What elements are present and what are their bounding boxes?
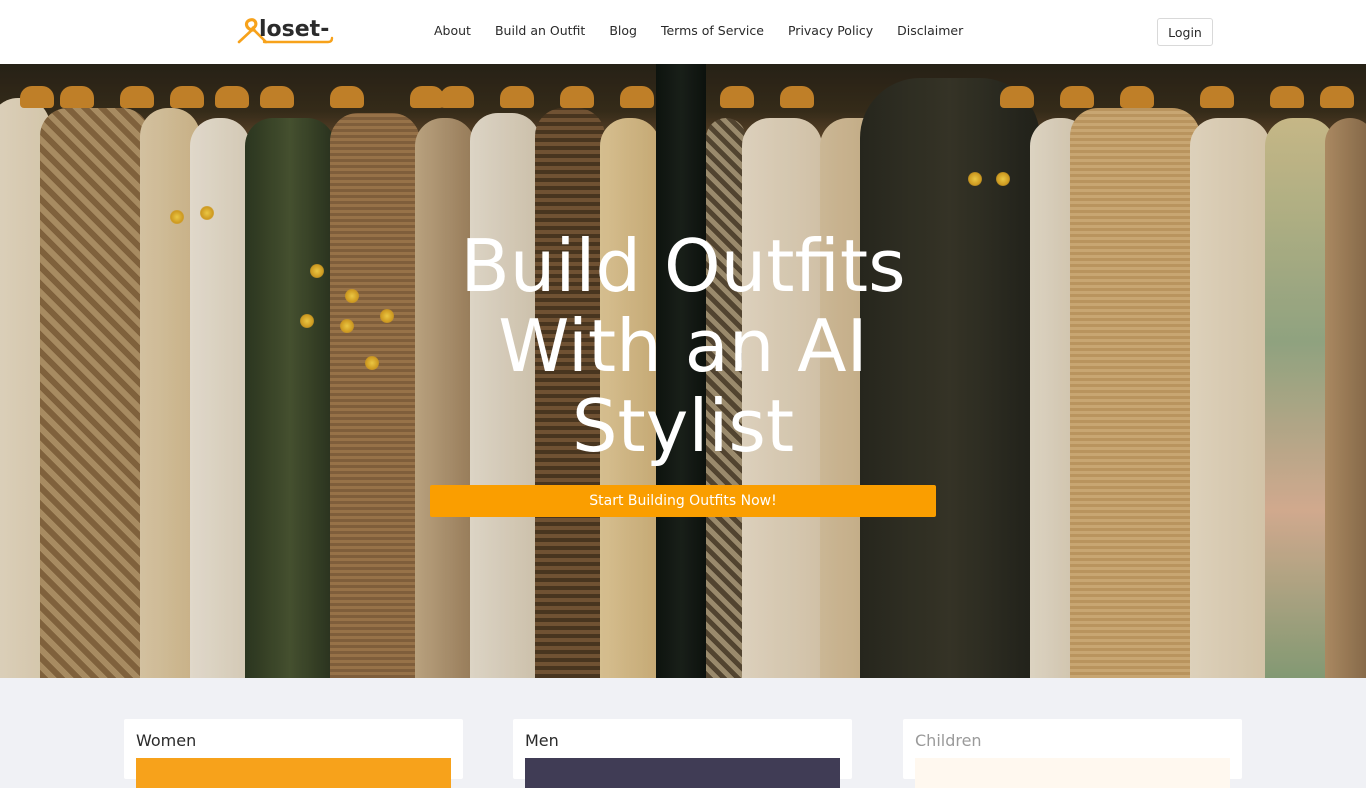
category-card-women[interactable]: Women [124, 719, 463, 788]
nav-link-build-outfit[interactable]: Build an Outfit [495, 22, 585, 39]
login-button[interactable]: Login [1157, 18, 1213, 46]
hero-title: Build Outfits With an AI Stylist [460, 224, 906, 468]
hero-section: Build Outfits With an AI Stylist Start B… [0, 64, 1366, 678]
top-navbar: loset- About Build an Outfit Blog Terms … [0, 0, 1366, 64]
nav-link-about[interactable]: About [434, 22, 471, 39]
logo[interactable]: loset- [236, 16, 334, 48]
start-building-button[interactable]: Start Building Outfits Now! [430, 485, 936, 517]
main-nav: About Build an Outfit Blog Terms of Serv… [434, 22, 987, 39]
category-title: Women [136, 731, 197, 750]
category-title: Men [525, 731, 559, 750]
category-banner [525, 758, 840, 788]
category-card-men[interactable]: Men [513, 719, 852, 788]
logo-underline [262, 36, 334, 44]
category-banner [915, 758, 1230, 788]
nav-link-disclaimer[interactable]: Disclaimer [897, 22, 963, 39]
category-card-children[interactable]: Children [903, 719, 1242, 788]
category-title: Children [915, 731, 982, 750]
nav-link-terms[interactable]: Terms of Service [661, 22, 764, 39]
category-banner [136, 758, 451, 788]
nav-link-blog[interactable]: Blog [609, 22, 637, 39]
nav-link-privacy[interactable]: Privacy Policy [788, 22, 873, 39]
